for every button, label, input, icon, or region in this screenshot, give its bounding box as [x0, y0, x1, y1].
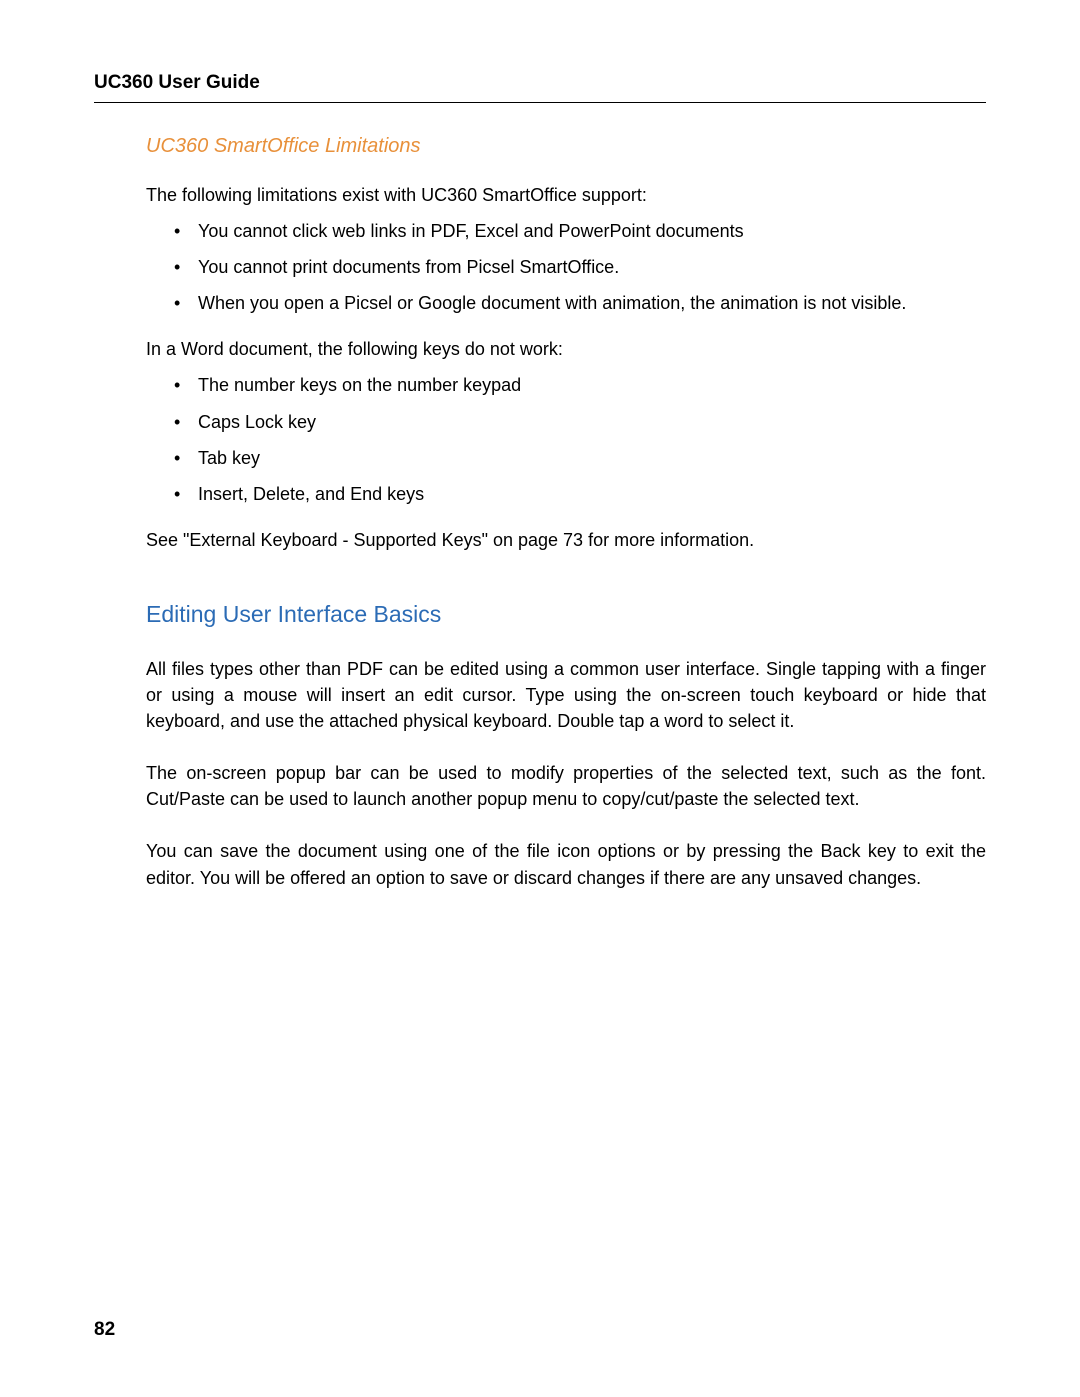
word-keys-list: The number keys on the number keypad Cap…	[146, 372, 986, 506]
editing-para-3: You can save the document using one of t…	[146, 838, 986, 890]
page-container: UC360 User Guide UC360 SmartOffice Limit…	[0, 0, 1080, 891]
page-number: 82	[94, 1319, 115, 1341]
see-reference: See "External Keyboard - Supported Keys"…	[146, 527, 986, 553]
list-item: The number keys on the number keypad	[174, 372, 986, 398]
page-content: UC360 SmartOffice Limitations The follow…	[94, 135, 986, 891]
list-item: When you open a Picsel or Google documen…	[174, 290, 986, 316]
list-item: Insert, Delete, and End keys	[174, 481, 986, 507]
editing-para-1: All files types other than PDF can be ed…	[146, 656, 986, 734]
section-heading-editing: Editing User Interface Basics	[146, 601, 986, 628]
list-item: You cannot click web links in PDF, Excel…	[174, 218, 986, 244]
list-item: Tab key	[174, 445, 986, 471]
limitations-list: You cannot click web links in PDF, Excel…	[146, 218, 986, 316]
editing-para-2: The on-screen popup bar can be used to m…	[146, 760, 986, 812]
section-heading-limitations: UC360 SmartOffice Limitations	[146, 135, 986, 158]
list-item: Caps Lock key	[174, 409, 986, 435]
limitations-intro: The following limitations exist with UC3…	[146, 182, 986, 208]
list-item: You cannot print documents from Picsel S…	[174, 254, 986, 280]
word-keys-intro: In a Word document, the following keys d…	[146, 336, 986, 362]
page-header-title: UC360 User Guide	[94, 72, 986, 103]
